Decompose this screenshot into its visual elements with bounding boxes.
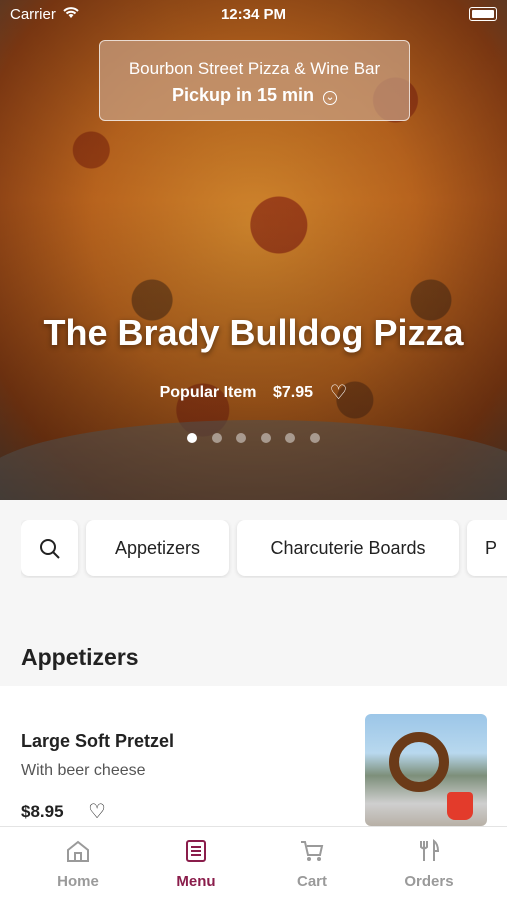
- item-description: With beer cheese: [21, 762, 146, 779]
- cart-icon: [249, 839, 375, 865]
- tab-menu[interactable]: Menu: [133, 827, 259, 901]
- item-image: [365, 714, 487, 826]
- tab-home[interactable]: Home: [15, 827, 141, 901]
- orders-icon: [366, 838, 492, 865]
- carousel-dot[interactable]: [309, 433, 320, 443]
- chevron-down-icon[interactable]: ⌄: [323, 91, 338, 105]
- tab-bar: Home Menu Cart Orders: [0, 826, 507, 901]
- pretzel-shape: [389, 732, 449, 792]
- hero-title: The Brady Bulldog Pizza: [43, 312, 464, 353]
- tab-label: Home: [57, 873, 99, 890]
- tab-label: Cart: [296, 873, 327, 890]
- carousel-dot[interactable]: [260, 433, 271, 443]
- hero-banner[interactable]: Carrier 12:34 PM Bourbon Street Pizza & …: [0, 0, 507, 500]
- item-price: $8.95: [21, 802, 64, 821]
- category-bar: Appetizers Charcuterie Boards P: [21, 520, 507, 578]
- home-icon: [15, 839, 141, 865]
- menu-icon: [133, 839, 259, 865]
- section-title: Appetizers: [21, 644, 139, 670]
- menu-item[interactable]: Large Soft Pretzel With beer cheese $8.9…: [0, 686, 507, 846]
- pickup-label: Pickup in 15 min: [171, 85, 315, 105]
- cup-shape: [447, 792, 473, 820]
- tab-label: Orders: [404, 873, 454, 890]
- category-appetizers[interactable]: Appetizers: [86, 520, 229, 576]
- search-icon: [38, 534, 62, 561]
- carousel-dot[interactable]: [211, 433, 222, 443]
- category-next[interactable]: P: [467, 520, 507, 576]
- status-bar: Carrier 12:34 PM: [0, 0, 507, 28]
- item-name: Large Soft Pretzel: [21, 731, 175, 751]
- heart-icon[interactable]: ♡: [88, 799, 106, 824]
- carousel-dot[interactable]: [236, 433, 247, 443]
- clock: 12:34 PM: [220, 6, 287, 23]
- battery-icon: [469, 7, 497, 21]
- carousel-dot[interactable]: [187, 433, 198, 443]
- hero-meta: Popular Item $7.95 ♡: [0, 380, 507, 405]
- search-button[interactable]: [21, 520, 78, 576]
- store-name: Bourbon Street Pizza & Wine Bar: [128, 59, 381, 78]
- hero-price: $7.95: [272, 384, 313, 401]
- tab-orders[interactable]: Orders: [366, 827, 492, 901]
- pickup-time[interactable]: Pickup in 15 min ⌄: [100, 85, 409, 106]
- store-selector[interactable]: Bourbon Street Pizza & Wine Bar Pickup i…: [99, 40, 410, 121]
- tab-label: Menu: [176, 873, 216, 890]
- heart-icon[interactable]: ♡: [329, 382, 347, 404]
- carousel-dots[interactable]: [0, 430, 507, 448]
- tab-cart[interactable]: Cart: [249, 827, 375, 901]
- popular-tag: Popular Item: [159, 384, 257, 401]
- carousel-dot[interactable]: [285, 433, 296, 443]
- category-charcuterie[interactable]: Charcuterie Boards: [237, 520, 459, 576]
